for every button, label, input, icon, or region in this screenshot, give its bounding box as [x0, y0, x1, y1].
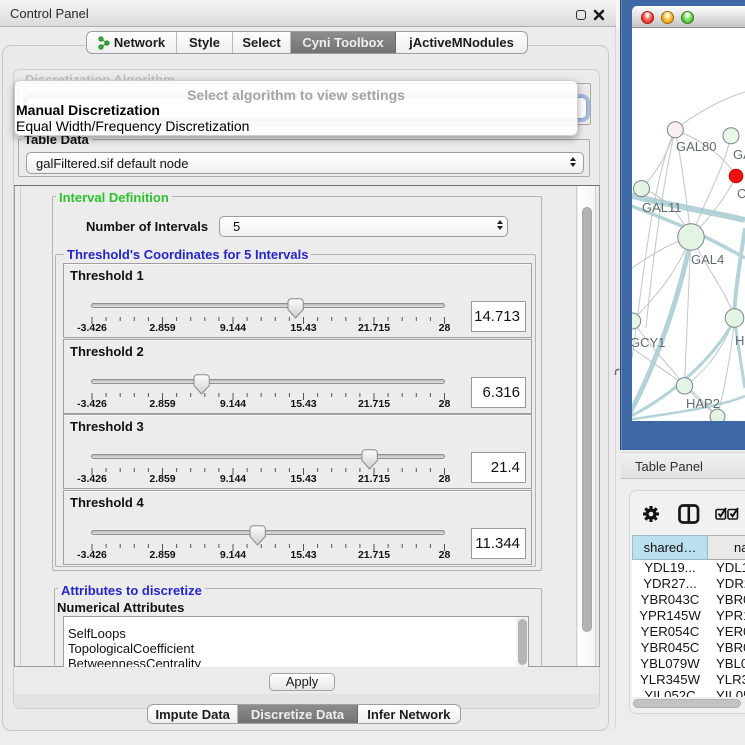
svg-text:GAL80: GAL80: [676, 139, 716, 154]
svg-text:C: C: [737, 186, 745, 201]
svg-text:GAL4: GAL4: [691, 252, 724, 267]
svg-text:GA: GA: [733, 147, 745, 162]
svg-text:HAP2: HAP2: [686, 396, 720, 411]
svg-text:GAL11: GAL11: [642, 200, 682, 215]
svg-text:GCY1: GCY1: [632, 335, 665, 350]
svg-text:H: H: [735, 333, 744, 348]
